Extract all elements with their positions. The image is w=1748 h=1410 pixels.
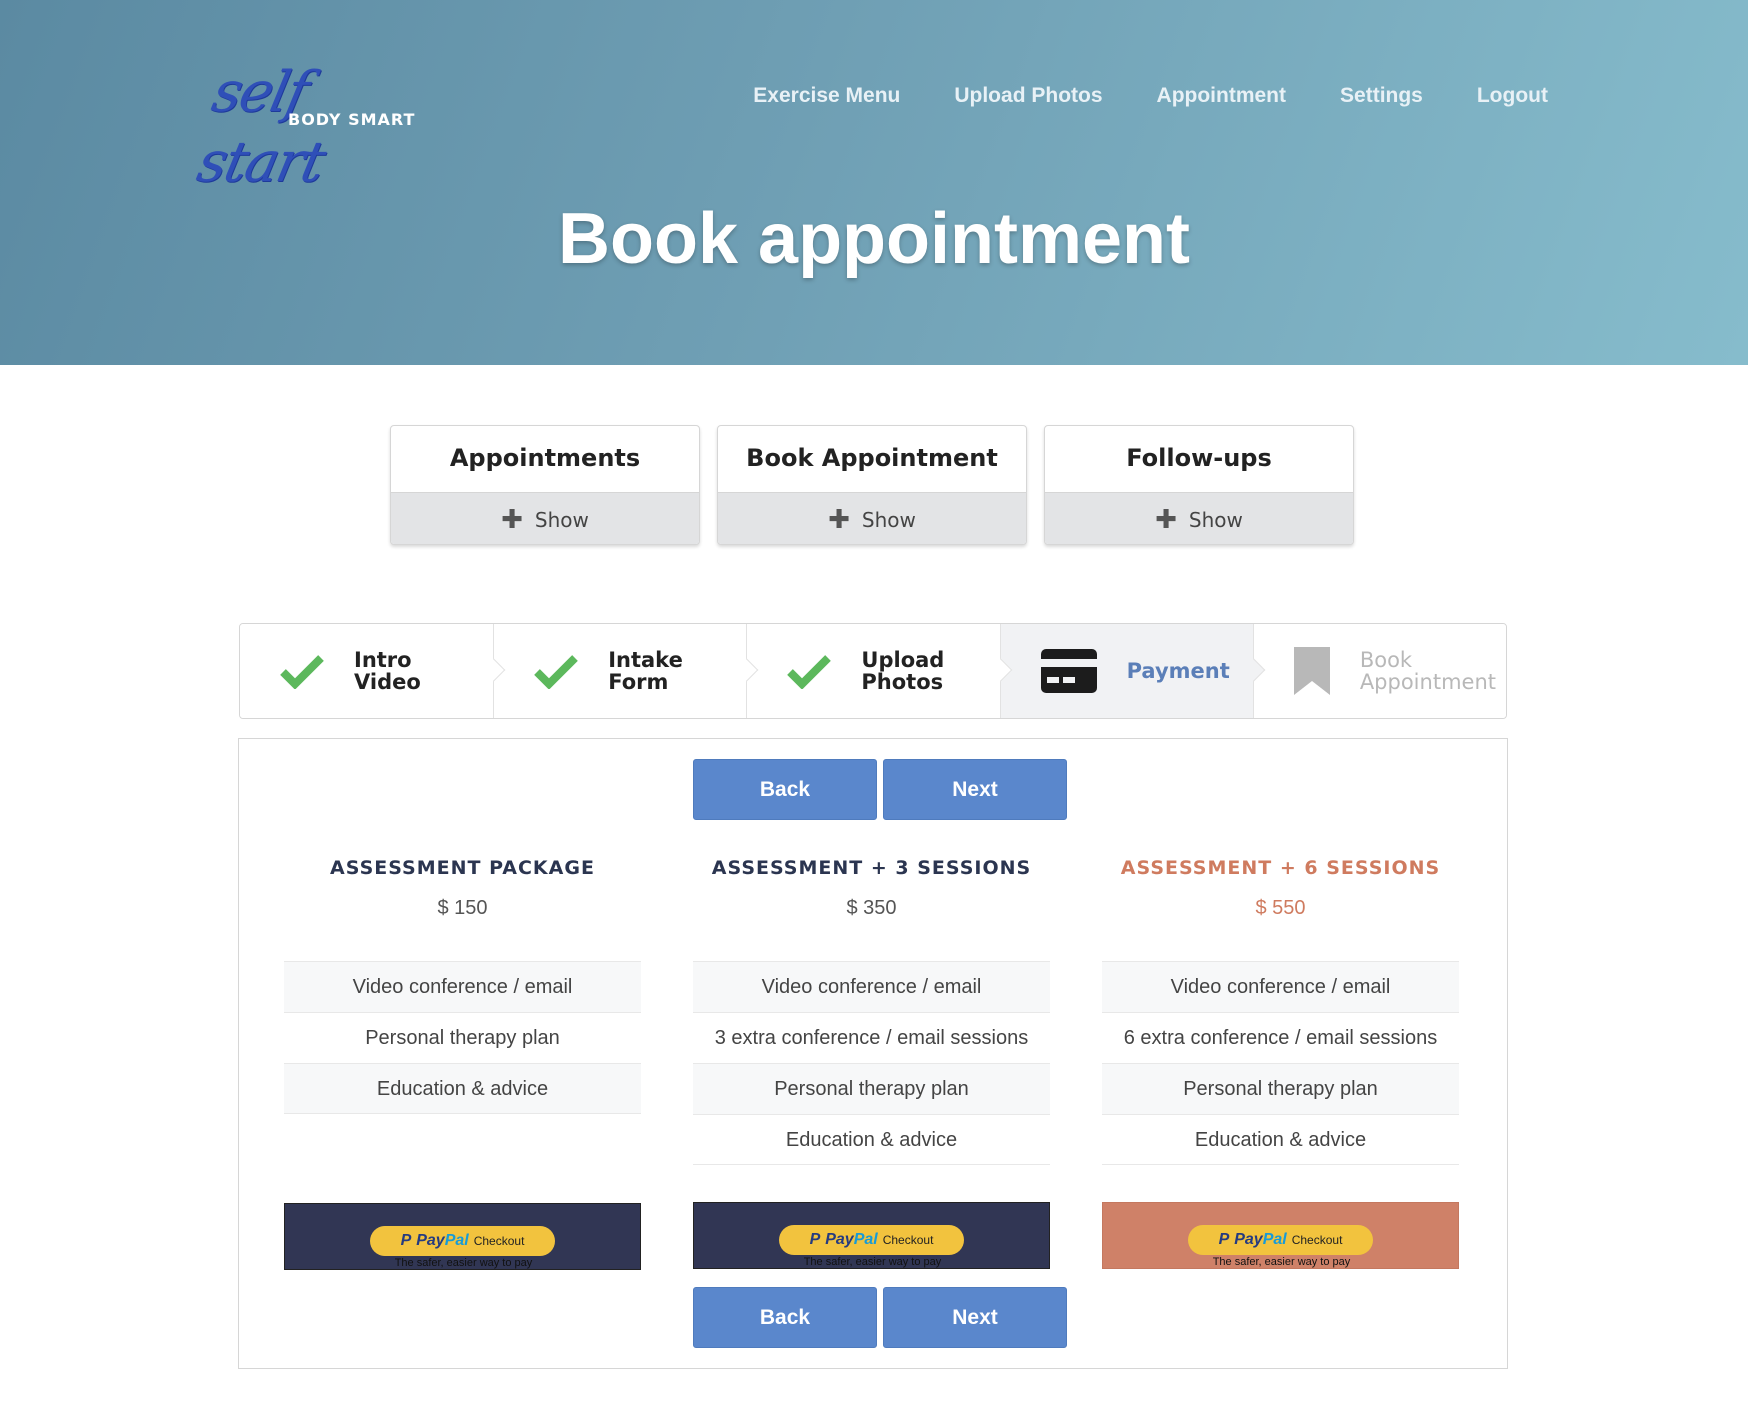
feature-item: Personal therapy plan [1102, 1063, 1459, 1114]
nav-settings[interactable]: Settings [1340, 84, 1423, 108]
plus-icon: ✚ [1155, 504, 1177, 535]
card-title: Follow-ups [1126, 444, 1272, 472]
step-intake-form[interactable]: Intake Form [493, 624, 759, 718]
plan-assessment-6-sessions: ASSESSMENT + 6 SESSIONS $ 550 Video conf… [1102, 857, 1459, 1270]
payment-panel: Back Next ASSESSMENT PACKAGE $ 150 Video… [238, 738, 1508, 1369]
paypal-tagline: The safer, easier way to pay [803, 1256, 942, 1268]
show-label: Show [1188, 507, 1243, 532]
next-button[interactable]: Next [883, 759, 1067, 820]
paypal-wordmark: PayPal [825, 1231, 878, 1248]
feature-item: Personal therapy plan [284, 1012, 641, 1063]
paypal-pill: P PayPal Checkout [779, 1225, 964, 1255]
step-book-appointment: Book Appointment [1252, 624, 1506, 718]
show-label: Show [861, 507, 916, 532]
pricing-plans: ASSESSMENT PACKAGE $ 150 Video conferenc… [284, 857, 1459, 1270]
plus-icon: ✚ [828, 504, 850, 535]
logo-subtitle: BODY SMART [288, 110, 416, 129]
paypal-checkout-label: Checkout [882, 1233, 934, 1247]
feature-item: Video conference / email [284, 961, 641, 1012]
nav-logout[interactable]: Logout [1477, 84, 1548, 108]
paypal-logo-icon: P [400, 1232, 412, 1249]
feature-item: Education & advice [1102, 1114, 1459, 1165]
paypal-checkout-button[interactable]: P PayPal Checkout The safer, easier way … [284, 1203, 641, 1270]
step-label: Intro Video [354, 648, 421, 694]
back-button[interactable]: Back [693, 759, 877, 820]
nav-buttons-top: Back Next [693, 759, 1067, 820]
nav-upload-photos[interactable]: Upload Photos [954, 84, 1102, 108]
nav-exercise-menu[interactable]: Exercise Menu [753, 84, 900, 108]
card-follow-ups: Follow-ups ✚ Show [1044, 425, 1354, 545]
feature-item: Video conference / email [1102, 961, 1459, 1012]
plan-assessment-3-sessions: ASSESSMENT + 3 SESSIONS $ 350 Video conf… [693, 857, 1050, 1270]
step-payment[interactable]: Payment [999, 624, 1266, 718]
card-title: Book Appointment [746, 444, 998, 472]
plan-assessment-package: ASSESSMENT PACKAGE $ 150 Video conferenc… [284, 857, 641, 1270]
logo[interactable]: self start BODY SMART [192, 58, 436, 195]
paypal-wordmark: PayPal [416, 1232, 469, 1249]
plan-name: ASSESSMENT + 3 SESSIONS [711, 857, 1032, 879]
plan-features: Video conference / email Personal therap… [284, 961, 641, 1199]
paypal-wordmark: PayPal [1234, 1231, 1287, 1248]
back-button[interactable]: Back [693, 1287, 877, 1348]
paypal-checkout-button[interactable]: P PayPal Checkout The safer, easier way … [693, 1202, 1050, 1269]
section-cards: Appointments ✚ Show Book Appointment ✚ S… [390, 425, 1354, 545]
paypal-logo-icon: P [809, 1231, 821, 1248]
feature-item: Video conference / email [693, 961, 1050, 1012]
check-icon [280, 655, 324, 689]
plan-price: $ 150 [437, 897, 488, 919]
paypal-checkout-button[interactable]: P PayPal Checkout The safer, easier way … [1102, 1202, 1459, 1269]
hero-banner: self start BODY SMART Exercise Menu Uplo… [0, 0, 1748, 365]
card-book-appointment: Book Appointment ✚ Show [717, 425, 1027, 545]
card-title: Appointments [449, 444, 641, 472]
paypal-tagline: The safer, easier way to pay [394, 1257, 533, 1269]
nav-appointment[interactable]: Appointment [1157, 84, 1286, 108]
paypal-checkout-label: Checkout [1291, 1233, 1343, 1247]
paypal-logo-icon: P [1218, 1231, 1230, 1248]
check-icon [534, 655, 579, 689]
plan-name: ASSESSMENT PACKAGE [330, 857, 595, 879]
step-label: Book Appointment [1359, 648, 1496, 694]
progress-stepper: Intro Video Intake Form Upload Photos Payme… [239, 623, 1507, 719]
step-label: Payment [1126, 659, 1230, 683]
credit-card-icon [1040, 649, 1097, 693]
plan-features: Video conference / email 3 extra confere… [693, 961, 1050, 1199]
step-intro-video[interactable]: Intro Video [240, 624, 506, 718]
step-label: Upload Photos [861, 648, 945, 694]
check-icon [787, 655, 832, 689]
paypal-pill: P PayPal Checkout [1188, 1225, 1373, 1255]
feature-item: Personal therapy plan [693, 1063, 1050, 1114]
paypal-tagline: The safer, easier way to pay [1212, 1256, 1351, 1268]
main-nav: Exercise Menu Upload Photos Appointment … [753, 84, 1548, 108]
show-button[interactable]: ✚ Show [718, 492, 1026, 544]
paypal-checkout-label: Checkout [473, 1234, 525, 1248]
plus-icon: ✚ [501, 504, 523, 535]
paypal-pill: P PayPal Checkout [370, 1226, 555, 1256]
feature-item: 3 extra conference / email sessions [693, 1012, 1050, 1063]
plan-features: Video conference / email 6 extra confere… [1102, 961, 1459, 1199]
step-label: Intake Form [608, 648, 683, 694]
nav-buttons-bottom: Back Next [693, 1287, 1067, 1348]
feature-item: Education & advice [284, 1063, 641, 1114]
show-button[interactable]: ✚ Show [391, 492, 699, 544]
page-title: Book appointment [558, 199, 1190, 279]
step-upload-photos[interactable]: Upload Photos [746, 624, 1012, 718]
next-button[interactable]: Next [883, 1287, 1067, 1348]
feature-item: 6 extra conference / email sessions [1102, 1012, 1459, 1063]
show-label: Show [534, 507, 589, 532]
plan-name: ASSESSMENT + 6 SESSIONS [1120, 857, 1441, 879]
feature-item: Education & advice [693, 1114, 1050, 1165]
plan-price: $ 550 [1255, 897, 1306, 919]
bookmark-icon [1293, 647, 1330, 695]
card-appointments: Appointments ✚ Show [390, 425, 700, 545]
show-button[interactable]: ✚ Show [1045, 492, 1353, 544]
plan-price: $ 350 [846, 897, 897, 919]
